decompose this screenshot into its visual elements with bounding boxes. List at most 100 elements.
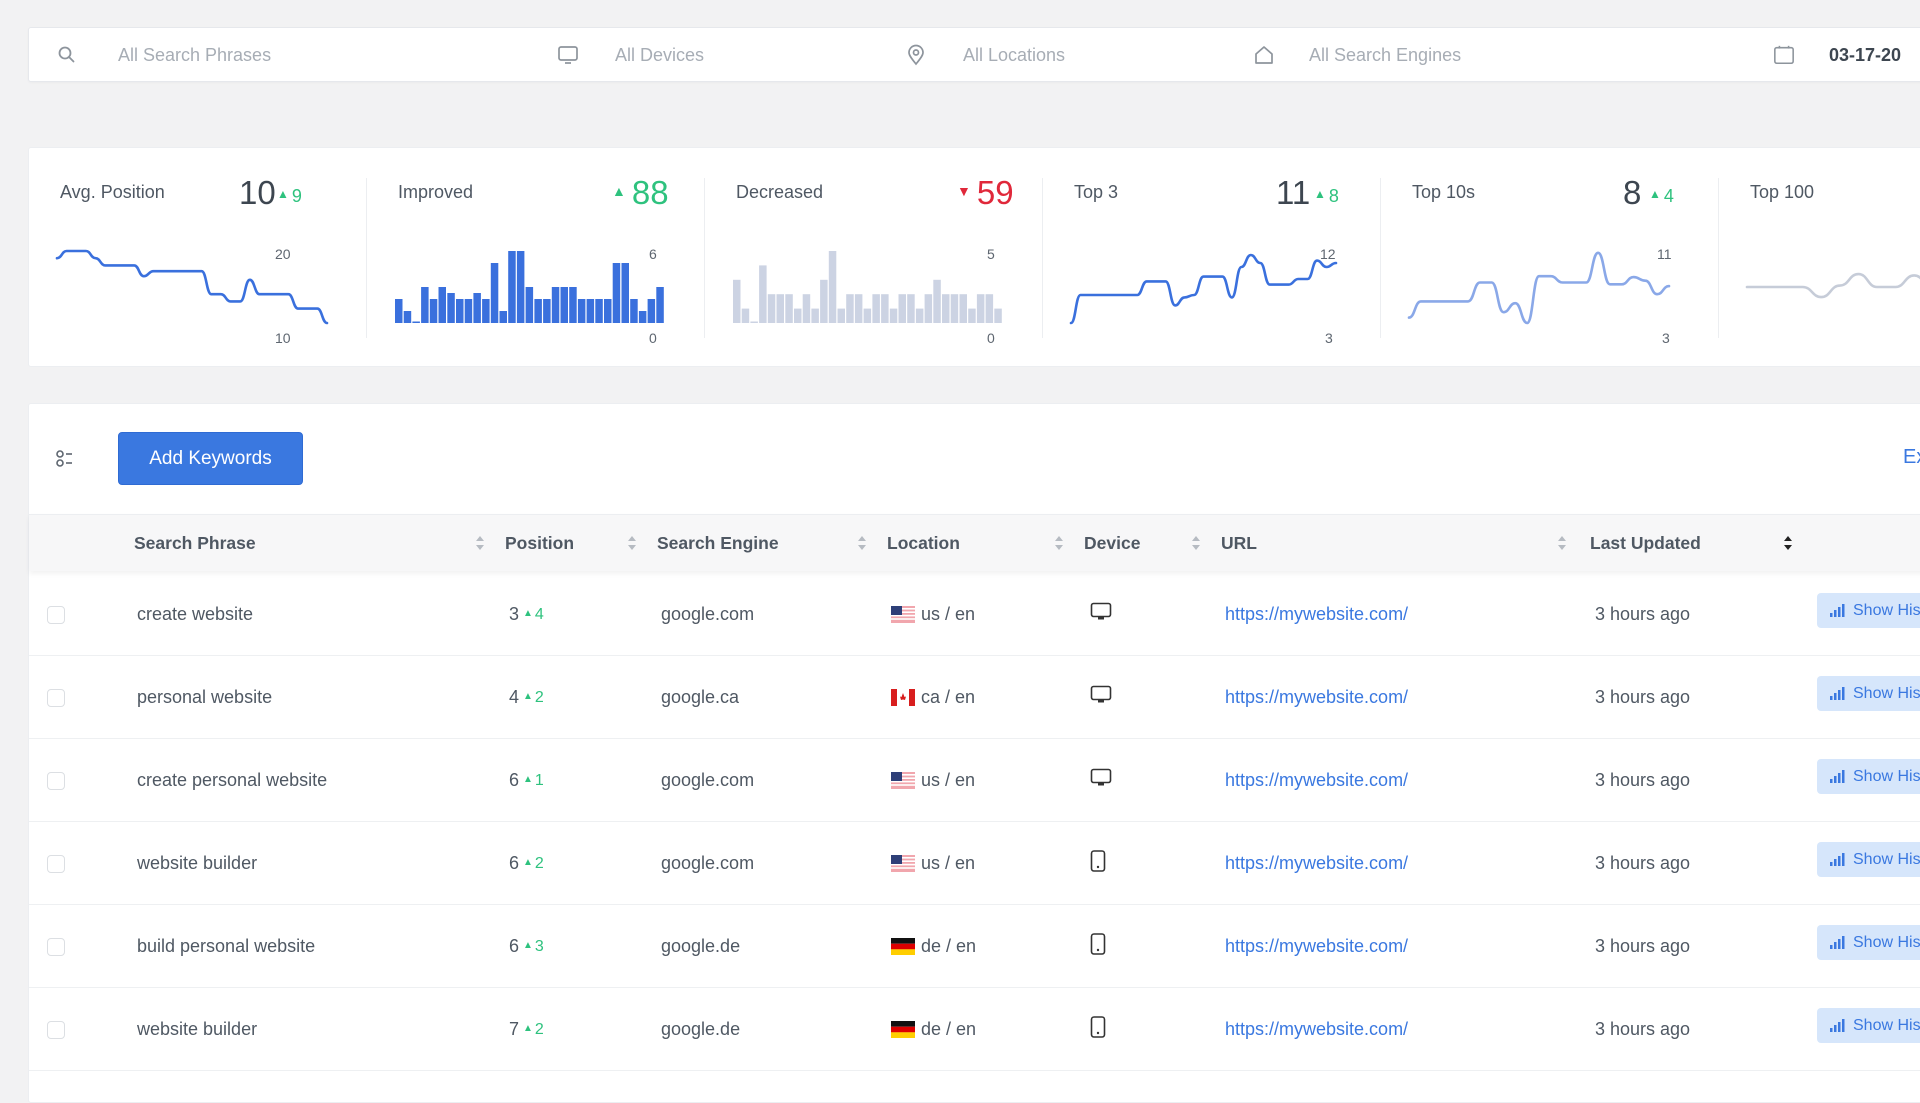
date-range-value: 03-17-20 <box>1829 45 1902 65</box>
show-history-button[interactable]: Show History <box>1817 842 1920 877</box>
bar <box>551 287 560 323</box>
show-history-button[interactable]: Show History <box>1817 925 1920 960</box>
sort-icon[interactable] <box>1191 533 1201 553</box>
filter-list-icon[interactable] <box>55 448 79 470</box>
search-phrase: personal website <box>137 687 273 707</box>
sort-icon[interactable] <box>857 533 867 553</box>
column-header-last-updated[interactable]: Last Updated <box>1590 515 1701 572</box>
bar-chart-icon <box>1830 769 1845 783</box>
sort-active-icon[interactable] <box>1783 533 1793 553</box>
bar <box>447 293 455 323</box>
location: us / en <box>891 739 975 822</box>
url-link[interactable]: https://mywebsite.com/ <box>1225 739 1408 822</box>
bar-chart-icon <box>1830 686 1845 700</box>
show-history-button[interactable]: Show History <box>1817 593 1920 628</box>
sort-icon[interactable] <box>627 533 637 553</box>
position-delta-value: 2 <box>534 854 544 872</box>
add-keywords-button[interactable]: Add Keywords <box>118 432 303 485</box>
show-history-label: Show History <box>1853 850 1920 868</box>
row-checkbox[interactable] <box>47 854 65 873</box>
show-history-label: Show History <box>1853 933 1920 951</box>
devices-label: All Devices <box>615 45 705 65</box>
search-engine: google.de <box>661 1019 741 1039</box>
search-phrases-filter[interactable]: All Search Phrases <box>29 28 509 83</box>
bar <box>630 299 638 323</box>
arrow-up-icon: ▲ <box>612 183 626 199</box>
sort-icon[interactable] <box>475 533 485 553</box>
column-header-url[interactable]: URL <box>1221 515 1257 572</box>
row-checkbox-cell <box>47 822 65 905</box>
stat-top-10s: Top 10s 8 ▲ 4 11 3 <box>1381 148 1719 368</box>
position-delta-value: 3 <box>534 937 544 955</box>
stat-improved: Improved ▲ 88 6 0 <box>367 148 705 368</box>
locations-filter[interactable]: All Locations <box>899 28 1239 83</box>
date-filter[interactable]: 03-17-20 <box>1769 28 1920 83</box>
search-engine: google.com <box>661 604 755 624</box>
position-delta-value: 2 <box>534 1020 544 1038</box>
bar <box>985 294 994 323</box>
monitor-icon <box>557 44 579 66</box>
arrow-up-icon: ▲ <box>1314 187 1326 201</box>
devices-filter[interactable]: All Devices <box>549 28 889 83</box>
show-history-button[interactable]: Show History <box>1817 1008 1920 1043</box>
url-link[interactable]: https://mywebsite.com/ <box>1225 988 1408 1071</box>
position-delta-value: 4 <box>534 605 544 623</box>
bar <box>994 308 1002 323</box>
mobile-icon <box>1090 850 1106 877</box>
show-history-label: Show History <box>1853 684 1920 702</box>
search-engines-filter[interactable]: All Search Engines <box>1249 28 1669 83</box>
column-header-position[interactable]: Position <box>505 515 574 572</box>
mobile-icon <box>1090 933 1106 960</box>
column-header-search-engine[interactable]: Search Engine <box>657 515 779 572</box>
search-engine: google.de <box>661 936 741 956</box>
show-history-button[interactable]: Show History <box>1817 759 1920 794</box>
last-updated: 3 hours ago <box>1595 1019 1691 1039</box>
search-phrase: create website <box>137 604 254 624</box>
stat-value: 8 <box>1623 174 1642 211</box>
row-checkbox[interactable] <box>47 771 65 790</box>
device-cell <box>1090 573 1112 656</box>
row-checkbox[interactable] <box>47 1020 65 1039</box>
keywords-table-card: Add Keywords Export Search Phrase Positi… <box>28 403 1920 1103</box>
row-checkbox-cell <box>47 739 65 822</box>
bar <box>933 279 941 323</box>
stat-delta: ▲ 88 <box>612 176 669 209</box>
bar <box>881 294 889 323</box>
column-header-location[interactable]: Location <box>887 515 960 572</box>
url-link[interactable]: https://mywebsite.com/ <box>1225 905 1408 988</box>
stat-title: Top 3 <box>1074 182 1119 202</box>
last-updated: 3 hours ago <box>1595 770 1691 790</box>
location-value: de / en <box>921 936 977 956</box>
stat-delta-value: 8 <box>1328 186 1339 206</box>
row-checkbox-cell <box>47 573 65 656</box>
row-checkbox[interactable] <box>47 605 65 624</box>
export-link[interactable]: Export <box>1903 446 1920 469</box>
stat-value: 11 <box>1276 174 1311 211</box>
bar <box>412 321 420 323</box>
row-checkbox[interactable] <box>47 688 65 707</box>
bar <box>863 308 872 323</box>
location-value: ca / en <box>921 687 976 707</box>
position: 6 ▲ 1 <box>509 739 544 822</box>
bar <box>750 321 758 323</box>
column-header-search-phrase[interactable]: Search Phrase <box>134 515 256 572</box>
position: 3 ▲ 4 <box>509 573 544 656</box>
arrow-up-icon: ▲ <box>523 607 533 619</box>
arrow-up-icon: ▲ <box>523 773 533 785</box>
stat-value: 10 <box>239 174 276 211</box>
row-checkbox[interactable] <box>47 937 65 956</box>
sort-icon[interactable] <box>1054 533 1064 553</box>
bar <box>473 293 481 323</box>
url-link[interactable]: https://mywebsite.com/ <box>1225 822 1408 905</box>
url-link[interactable]: https://mywebsite.com/ <box>1225 573 1408 656</box>
position-delta: ▲ 1 <box>523 772 544 790</box>
bar-chart-icon <box>1830 852 1845 866</box>
sort-icon[interactable] <box>1557 533 1567 553</box>
column-header-device[interactable]: Device <box>1084 515 1140 572</box>
last-updated: 3 hours ago <box>1595 687 1691 707</box>
search-icon <box>56 44 78 66</box>
show-history-button[interactable]: Show History <box>1817 676 1920 711</box>
url-link[interactable]: https://mywebsite.com/ <box>1225 656 1408 739</box>
stat-title: Decreased <box>736 182 824 202</box>
position: 6 ▲ 3 <box>509 905 544 988</box>
